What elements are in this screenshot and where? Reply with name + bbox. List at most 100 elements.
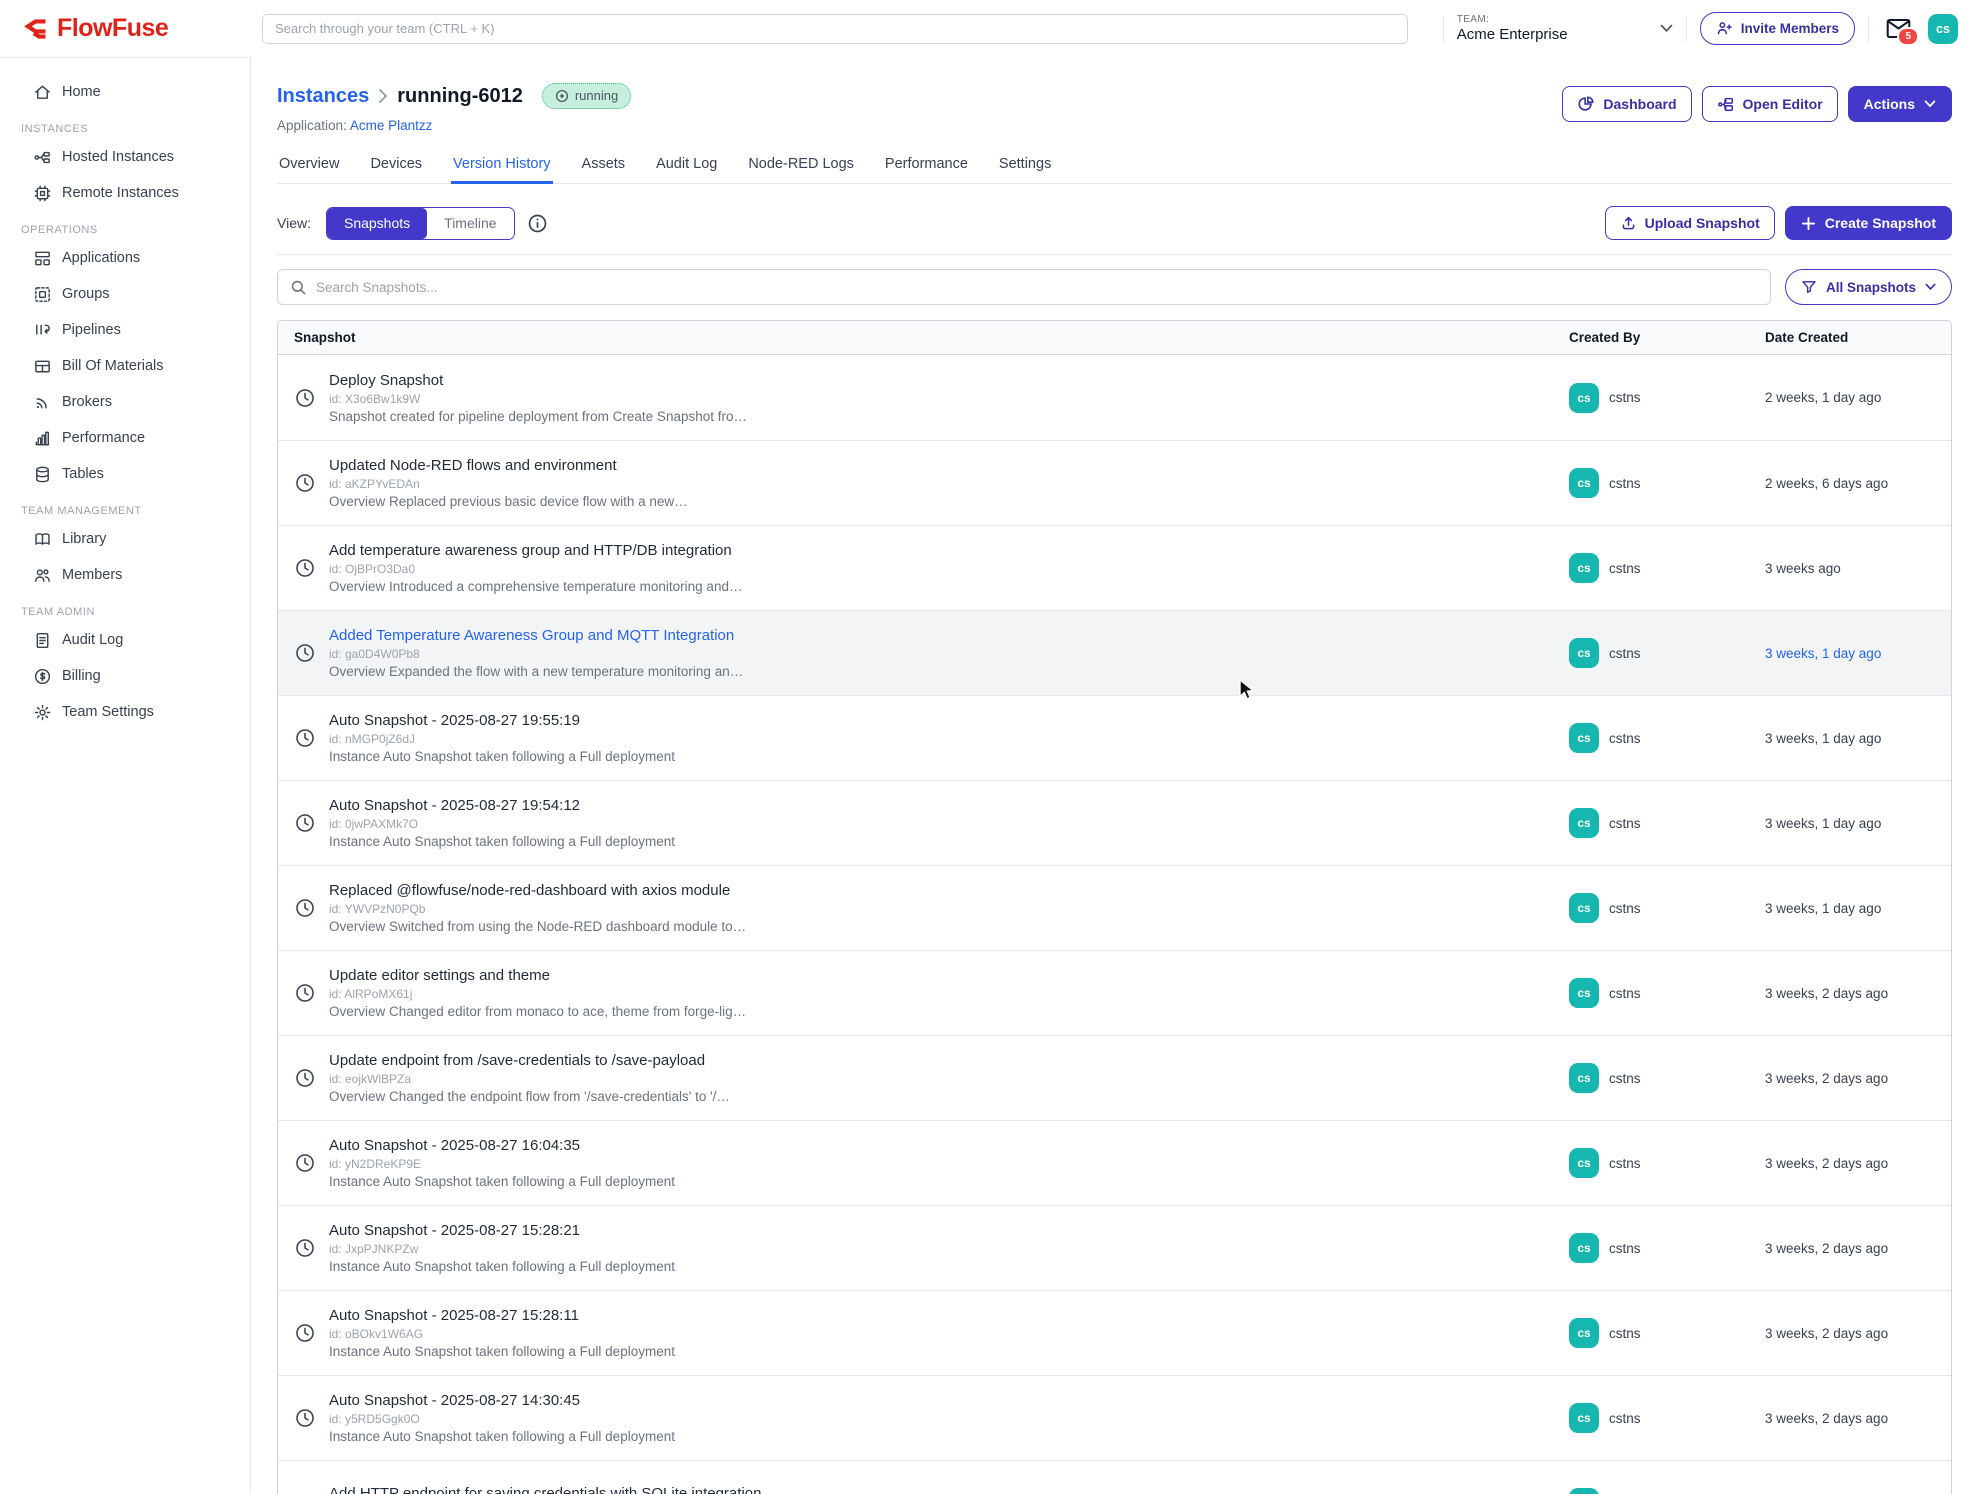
creator-avatar: cs xyxy=(1569,638,1599,668)
column-header-created-by: Created By xyxy=(1569,321,1765,354)
sidebar-item-label: Remote Instances xyxy=(62,185,179,201)
snapshot-id: id: yN2DReKP9E xyxy=(329,1157,675,1171)
snapshot-title[interactable]: Replaced @flowfuse/node-red-dashboard wi… xyxy=(329,882,746,899)
sidebar-item-tables[interactable]: Tables xyxy=(0,456,250,492)
snapshot-id: id: AlRPoMX61j xyxy=(329,987,746,1001)
sidebar-item-brokers[interactable]: Brokers xyxy=(0,384,250,420)
date-created: 3 weeks, 1 day ago xyxy=(1765,731,1951,746)
snapshot-filter-dropdown[interactable]: All Snapshots xyxy=(1785,269,1952,305)
snapshot-id: id: oBOkv1W6AG xyxy=(329,1327,675,1341)
snapshot-row[interactable]: Update endpoint from /save-credentials t… xyxy=(278,1035,1951,1120)
snapshot-title[interactable]: Auto Snapshot - 2025-08-27 19:55:19 xyxy=(329,712,675,729)
snapshot-row[interactable]: Auto Snapshot - 2025-08-27 15:28:11 id: … xyxy=(278,1290,1951,1375)
snapshot-row[interactable]: Add HTTP endpoint for saving credentials… xyxy=(278,1460,1951,1494)
info-icon[interactable] xyxy=(527,213,548,234)
snapshot-title[interactable]: Auto Snapshot - 2025-08-27 15:28:11 xyxy=(329,1307,675,1324)
snapshot-row[interactable]: Auto Snapshot - 2025-08-27 16:04:35 id: … xyxy=(278,1120,1951,1205)
sidebar-item-groups[interactable]: Groups xyxy=(0,276,250,312)
creator-name: cstns xyxy=(1609,731,1641,746)
invite-members-label: Invite Members xyxy=(1741,21,1839,36)
snapshot-row[interactable]: Auto Snapshot - 2025-08-27 19:54:12 id: … xyxy=(278,780,1951,865)
snapshot-title[interactable]: Auto Snapshot - 2025-08-27 16:04:35 xyxy=(329,1137,675,1154)
snapshot-id: id: 0jwPAXMk7O xyxy=(329,817,675,831)
team-selector[interactable]: TEAM: Acme Enterprise xyxy=(1457,14,1673,43)
snapshot-row[interactable]: Replaced @flowfuse/node-red-dashboard wi… xyxy=(278,865,1951,950)
snapshot-title[interactable]: Update endpoint from /save-credentials t… xyxy=(329,1052,730,1069)
sidebar-item-remote-instances[interactable]: Remote Instances xyxy=(0,175,250,211)
user-avatar[interactable]: cs xyxy=(1928,14,1958,44)
application-line: Application: Acme Plantzz xyxy=(277,118,631,133)
clock-icon xyxy=(294,557,316,579)
notifications-button[interactable]: 5 xyxy=(1886,18,1911,39)
actions-label: Actions xyxy=(1864,96,1915,112)
home-icon xyxy=(33,83,52,102)
sidebar-item-performance[interactable]: Performance xyxy=(0,420,250,456)
tab-devices[interactable]: Devices xyxy=(368,148,424,184)
creator-name: cstns xyxy=(1609,561,1641,576)
team-label: TEAM: xyxy=(1457,14,1568,25)
snapshot-description: Overview Introduced a comprehensive temp… xyxy=(329,579,742,594)
sidebar-item-audit-log[interactable]: Audit Log xyxy=(0,622,250,658)
flowfuse-logo[interactable]: FlowFuse xyxy=(0,14,251,43)
tab-audit-log[interactable]: Audit Log xyxy=(654,148,719,184)
sidebar-item-hosted-instances[interactable]: Hosted Instances xyxy=(0,139,250,175)
open-editor-button[interactable]: Open Editor xyxy=(1702,86,1838,122)
clock-icon xyxy=(294,1237,316,1259)
sidebar-item-members[interactable]: Members xyxy=(0,557,250,593)
creator-name: cstns xyxy=(1609,901,1641,916)
date-created: 3 weeks, 2 days ago xyxy=(1765,986,1951,1001)
creator-name: cstns xyxy=(1609,646,1641,661)
sidebar-item-library[interactable]: Library xyxy=(0,521,250,557)
breadcrumb-instances-link[interactable]: Instances xyxy=(277,85,369,108)
snapshot-search-input[interactable] xyxy=(316,280,1758,295)
snapshot-row[interactable]: Update editor settings and theme id: AlR… xyxy=(278,950,1951,1035)
snapshot-title[interactable]: Auto Snapshot - 2025-08-27 14:30:45 xyxy=(329,1392,675,1409)
application-link[interactable]: Acme Plantzz xyxy=(350,118,433,133)
dashboard-button[interactable]: Dashboard xyxy=(1562,86,1691,122)
create-snapshot-button[interactable]: Create Snapshot xyxy=(1785,206,1952,240)
snapshot-row[interactable]: Auto Snapshot - 2025-08-27 15:28:21 id: … xyxy=(278,1205,1951,1290)
tab-version-history[interactable]: Version History xyxy=(451,148,553,184)
snapshot-row[interactable]: Auto Snapshot - 2025-08-27 14:30:45 id: … xyxy=(278,1375,1951,1460)
tab-performance[interactable]: Performance xyxy=(883,148,970,184)
snapshot-row[interactable]: Deploy Snapshot id: X3o6Bw1k9W Snapshot … xyxy=(278,355,1951,440)
sidebar-item-billing[interactable]: Billing xyxy=(0,658,250,694)
actions-button[interactable]: Actions xyxy=(1848,86,1952,122)
brokers-icon xyxy=(33,393,52,412)
toggle-timeline[interactable]: Timeline xyxy=(427,208,513,239)
snapshot-title[interactable]: Updated Node-RED flows and environment xyxy=(329,457,688,474)
invite-members-button[interactable]: Invite Members xyxy=(1700,12,1855,45)
snapshot-description: Instance Auto Snapshot taken following a… xyxy=(329,1429,675,1444)
tab-settings[interactable]: Settings xyxy=(997,148,1053,184)
status-text: running xyxy=(575,88,618,103)
sidebar-item-applications[interactable]: Applications xyxy=(0,240,250,276)
groups-icon xyxy=(33,285,52,304)
snapshot-title[interactable]: Added Temperature Awareness Group and MQ… xyxy=(329,627,743,644)
tab-overview[interactable]: Overview xyxy=(277,148,341,184)
sidebar-item-home[interactable]: Home xyxy=(0,74,250,110)
snapshot-row[interactable]: Updated Node-RED flows and environment i… xyxy=(278,440,1951,525)
snapshot-title[interactable]: Add HTTP endpoint for saving credentials… xyxy=(329,1485,761,1494)
snapshot-title[interactable]: Update editor settings and theme xyxy=(329,967,746,984)
snapshot-row[interactable]: Auto Snapshot - 2025-08-27 19:55:19 id: … xyxy=(278,695,1951,780)
main-content: Instances running-6012 running Applicati… xyxy=(251,57,1972,1494)
sidebar-item-pipelines[interactable]: Pipelines xyxy=(0,312,250,348)
remote-instances-icon xyxy=(33,184,52,203)
sidebar-item-bill-of-materials[interactable]: Bill Of Materials xyxy=(0,348,250,384)
toggle-snapshots[interactable]: Snapshots xyxy=(327,208,427,239)
tab-assets[interactable]: Assets xyxy=(580,148,628,184)
upload-snapshot-button[interactable]: Upload Snapshot xyxy=(1605,206,1775,240)
snapshot-title[interactable]: Add temperature awareness group and HTTP… xyxy=(329,542,742,559)
team-search-input[interactable] xyxy=(262,14,1408,44)
snapshot-row[interactable]: Added Temperature Awareness Group and MQ… xyxy=(278,610,1951,695)
snapshot-title[interactable]: Auto Snapshot - 2025-08-27 15:28:21 xyxy=(329,1222,675,1239)
snapshot-row[interactable]: Add temperature awareness group and HTTP… xyxy=(278,525,1951,610)
sidebar-item-label: Members xyxy=(62,567,122,583)
snapshot-title[interactable]: Deploy Snapshot xyxy=(329,372,747,389)
snapshot-title[interactable]: Auto Snapshot - 2025-08-27 19:54:12 xyxy=(329,797,675,814)
date-created: 2 weeks, 1 day ago xyxy=(1765,390,1951,405)
sidebar-item-team-settings[interactable]: Team Settings xyxy=(0,694,250,730)
creator-avatar: cs xyxy=(1569,1233,1599,1263)
tab-node-red-logs[interactable]: Node-RED Logs xyxy=(746,148,856,184)
open-editor-label: Open Editor xyxy=(1743,96,1823,112)
